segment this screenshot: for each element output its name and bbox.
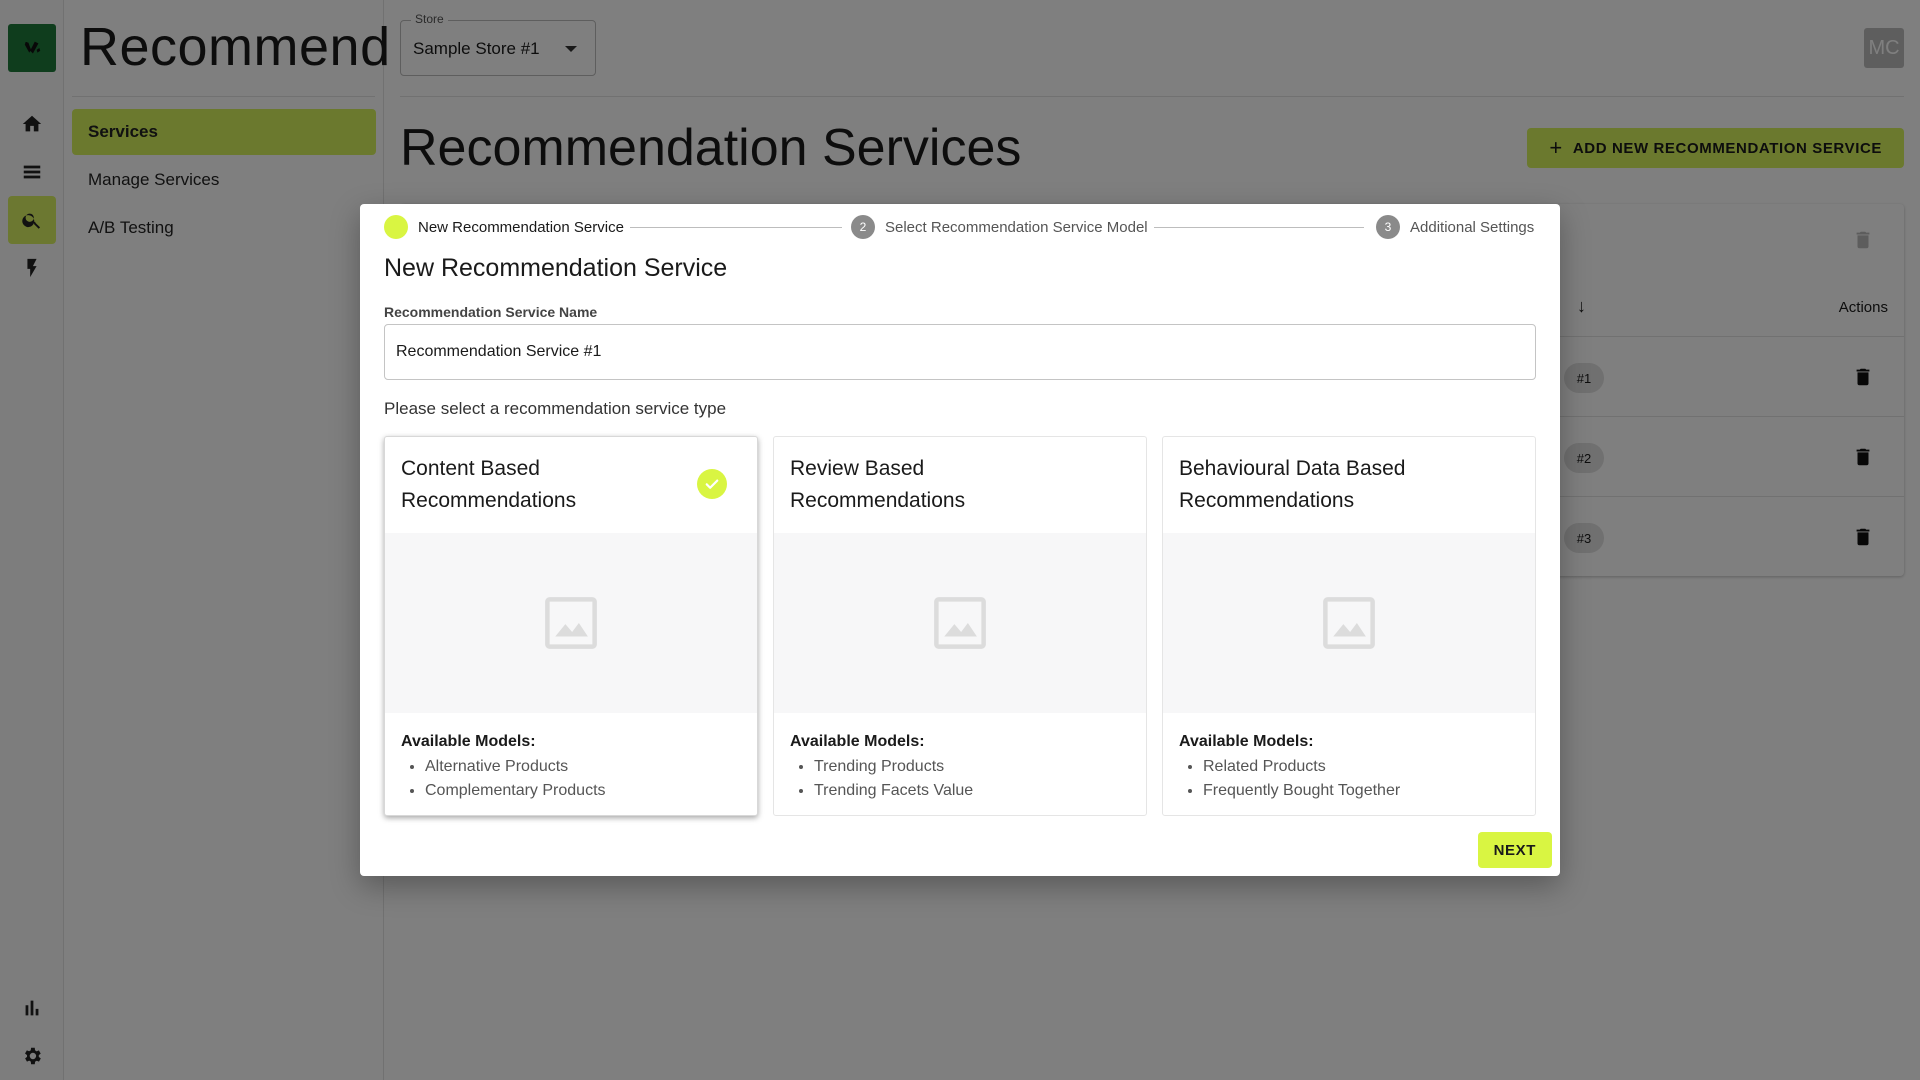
step-2: 2 Select Recommendation Service Model (851, 215, 1148, 239)
list-item: Complementary Products (425, 779, 606, 803)
card-title: Behavioural Data Based Recommendations (1179, 457, 1406, 512)
card-models-label: Available Models: (790, 733, 925, 750)
service-type-card-review[interactable]: Review Based Recommendations Available M… (773, 436, 1147, 816)
step-3-number: 3 (1376, 215, 1400, 239)
step-2-label: Select Recommendation Service Model (885, 218, 1148, 236)
step-connector (630, 227, 842, 228)
list-item: Related Products (1203, 755, 1400, 779)
step-1-number: 1 (384, 215, 408, 239)
card-image-placeholder (385, 533, 757, 713)
service-type-card-content[interactable]: Content Based Recommendations Available … (384, 436, 758, 816)
step-1: 1 New Recommendation Service (384, 215, 624, 239)
card-models-list: Related Products Frequently Bought Toget… (1203, 755, 1400, 803)
service-name-label: Recommendation Service Name (384, 304, 598, 320)
check-circle-icon (697, 469, 727, 499)
dialog-title: New Recommendation Service (384, 254, 728, 282)
list-item: Trending Products (814, 755, 973, 779)
new-service-dialog: 1 New Recommendation Service 2 Select Re… (360, 204, 1560, 876)
list-item: Frequently Bought Together (1203, 779, 1400, 803)
card-models-list: Alternative Products Complementary Produ… (425, 755, 606, 803)
stepper: 1 New Recommendation Service 2 Select Re… (384, 212, 1536, 242)
card-title: Content Based Recommendations (401, 457, 577, 512)
card-models-label: Available Models: (1179, 733, 1314, 750)
list-item: Alternative Products (425, 755, 606, 779)
list-item: Trending Facets Value (814, 779, 973, 803)
service-type-prompt: Please select a recommendation service t… (384, 399, 727, 418)
image-placeholder-icon (1323, 597, 1375, 649)
next-button[interactable]: NEXT (1477, 832, 1552, 868)
image-placeholder-icon (545, 597, 597, 649)
card-title: Review Based Recommendations (790, 457, 966, 512)
card-image-placeholder (1163, 533, 1535, 713)
step-3-label: Additional Settings (1410, 218, 1535, 236)
step-connector (1154, 227, 1364, 228)
image-placeholder-icon (934, 597, 986, 649)
step-3: 3 Additional Settings (1376, 215, 1535, 239)
service-type-card-behavioural[interactable]: Behavioural Data Based Recommendations A… (1162, 436, 1536, 816)
service-name-input[interactable] (384, 324, 1536, 380)
step-2-number: 2 (851, 215, 875, 239)
card-image-placeholder (774, 533, 1146, 713)
card-models-label: Available Models: (401, 733, 536, 750)
step-1-label: New Recommendation Service (418, 218, 624, 236)
card-models-list: Trending Products Trending Facets Value (814, 755, 973, 803)
